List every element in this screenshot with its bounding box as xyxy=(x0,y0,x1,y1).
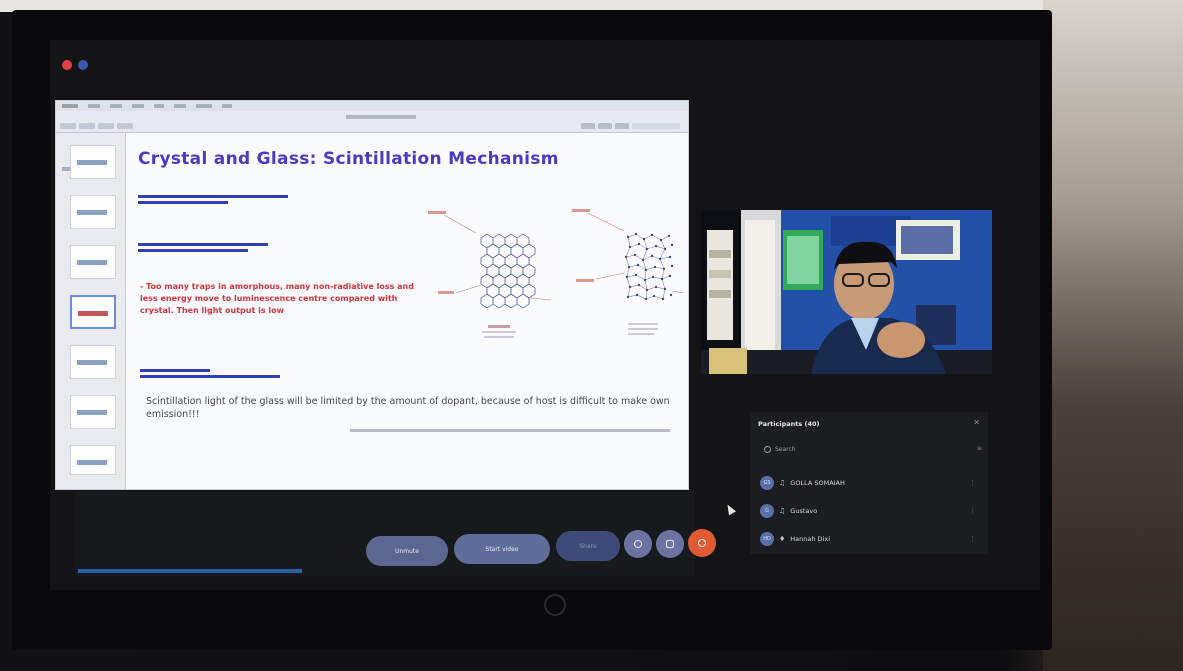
toolbar-button[interactable] xyxy=(615,123,629,129)
slide-title: Crystal and Glass: Scintillation Mechani… xyxy=(138,149,559,169)
more-icon[interactable]: ⋮ xyxy=(969,535,976,543)
note-last-stage xyxy=(140,369,280,383)
reactions-button[interactable] xyxy=(624,530,652,558)
start-video-button[interactable]: Start video xyxy=(454,534,550,564)
menu-item[interactable] xyxy=(196,104,212,108)
avatar: HD xyxy=(760,532,774,546)
toolbar-button[interactable] xyxy=(79,123,95,129)
menu-item[interactable] xyxy=(222,104,232,108)
more-options-button[interactable] xyxy=(656,530,684,558)
avatar: GS xyxy=(760,476,774,490)
slide-thumbnail[interactable] xyxy=(70,195,116,229)
participant-row[interactable]: GS ♫ GOLLA SOMAIAH ⋮ xyxy=(760,474,980,492)
speaker-video-tile[interactable] xyxy=(701,210,992,374)
share-button[interactable]: Share xyxy=(556,531,620,561)
participant-name: Hannah Dixi xyxy=(790,535,831,543)
slide-body-text: Scintillation light of the glass will be… xyxy=(146,396,670,420)
more-icon[interactable]: ⋮ xyxy=(969,479,976,487)
mic-muted-icon: ♫ xyxy=(779,507,786,515)
shared-screen-window: Crystal and Glass: Scintillation Mechani… xyxy=(55,100,689,490)
menu-item[interactable] xyxy=(88,104,100,108)
slide-thumbnail[interactable] xyxy=(70,345,116,379)
speaker-video xyxy=(701,210,992,374)
participants-title: Participants (40) xyxy=(758,420,820,428)
crystal-lattice-diagram xyxy=(428,211,552,338)
search-field[interactable] xyxy=(632,123,680,129)
wall-right xyxy=(1043,0,1183,671)
participant-row[interactable]: G ♫ Gustavo ⋮ xyxy=(760,502,980,520)
menu-item[interactable] xyxy=(174,104,186,108)
toolbar-button[interactable] xyxy=(60,123,76,129)
red-dot-icon[interactable] xyxy=(62,60,72,70)
toolbar-right-buttons xyxy=(581,123,680,129)
slide-reference xyxy=(350,429,670,432)
slide-thumbnail[interactable] xyxy=(70,395,116,429)
mic-icon: ♦ xyxy=(779,535,786,543)
viewer-toolbar xyxy=(56,111,688,133)
participant-name: Gustavo xyxy=(790,507,818,515)
toolbar-button[interactable] xyxy=(98,123,114,129)
mic-muted-icon: ♫ xyxy=(779,479,786,487)
participants-panel: Participants (40) ✕ Search ≡ GS ♫ GOLLA … xyxy=(750,412,988,554)
blue-dot-icon xyxy=(78,60,88,70)
slide-thumbnails xyxy=(56,133,126,489)
leave-button[interactable] xyxy=(688,529,716,557)
more-icon[interactable]: ⋮ xyxy=(969,507,976,515)
slide-thumbnail[interactable] xyxy=(70,445,116,475)
slide-thumbnail[interactable] xyxy=(70,145,116,179)
unmute-button[interactable]: Unmute xyxy=(366,536,448,566)
participant-row[interactable]: HD ♦ Hannah Dixi ⋮ xyxy=(760,530,980,548)
slide-thumbnail[interactable] xyxy=(70,295,116,329)
window-traffic-lights xyxy=(62,60,88,70)
traps-explanation: - Too many traps in amorphous, many non-… xyxy=(140,282,414,315)
menu-item[interactable] xyxy=(154,104,164,108)
slide-progress-bar xyxy=(78,569,302,573)
current-slide: Crystal and Glass: Scintillation Mechani… xyxy=(126,133,688,489)
participants-search[interactable]: Search xyxy=(756,442,968,456)
menu-item[interactable] xyxy=(110,104,122,108)
close-icon[interactable]: ✕ xyxy=(973,418,980,427)
smile-icon xyxy=(634,540,642,548)
note-energy-transfer xyxy=(138,243,268,257)
slide-thumbnail[interactable] xyxy=(70,245,116,279)
search-icon xyxy=(764,445,771,453)
search-placeholder: Search xyxy=(775,445,796,453)
glass-amorphous-diagram xyxy=(572,209,685,335)
document-title xyxy=(346,115,416,119)
phone-hangup-icon xyxy=(698,539,706,547)
app-menubar xyxy=(56,101,688,111)
menu-item[interactable] xyxy=(132,104,144,108)
menu-item[interactable] xyxy=(62,104,78,108)
monitor-logo xyxy=(544,594,566,616)
participant-name: GOLLA SOMAIAH xyxy=(790,479,845,487)
toolbar-left-buttons xyxy=(60,123,133,129)
dots-icon xyxy=(666,540,674,548)
note-primary-pairs xyxy=(138,195,288,209)
toolbar-button[interactable] xyxy=(117,123,133,129)
avatar: G xyxy=(760,504,774,518)
toolbar-button[interactable] xyxy=(581,123,595,129)
scroll-indicator-icon[interactable]: ≡ xyxy=(977,445,982,452)
toolbar-button[interactable] xyxy=(598,123,612,129)
